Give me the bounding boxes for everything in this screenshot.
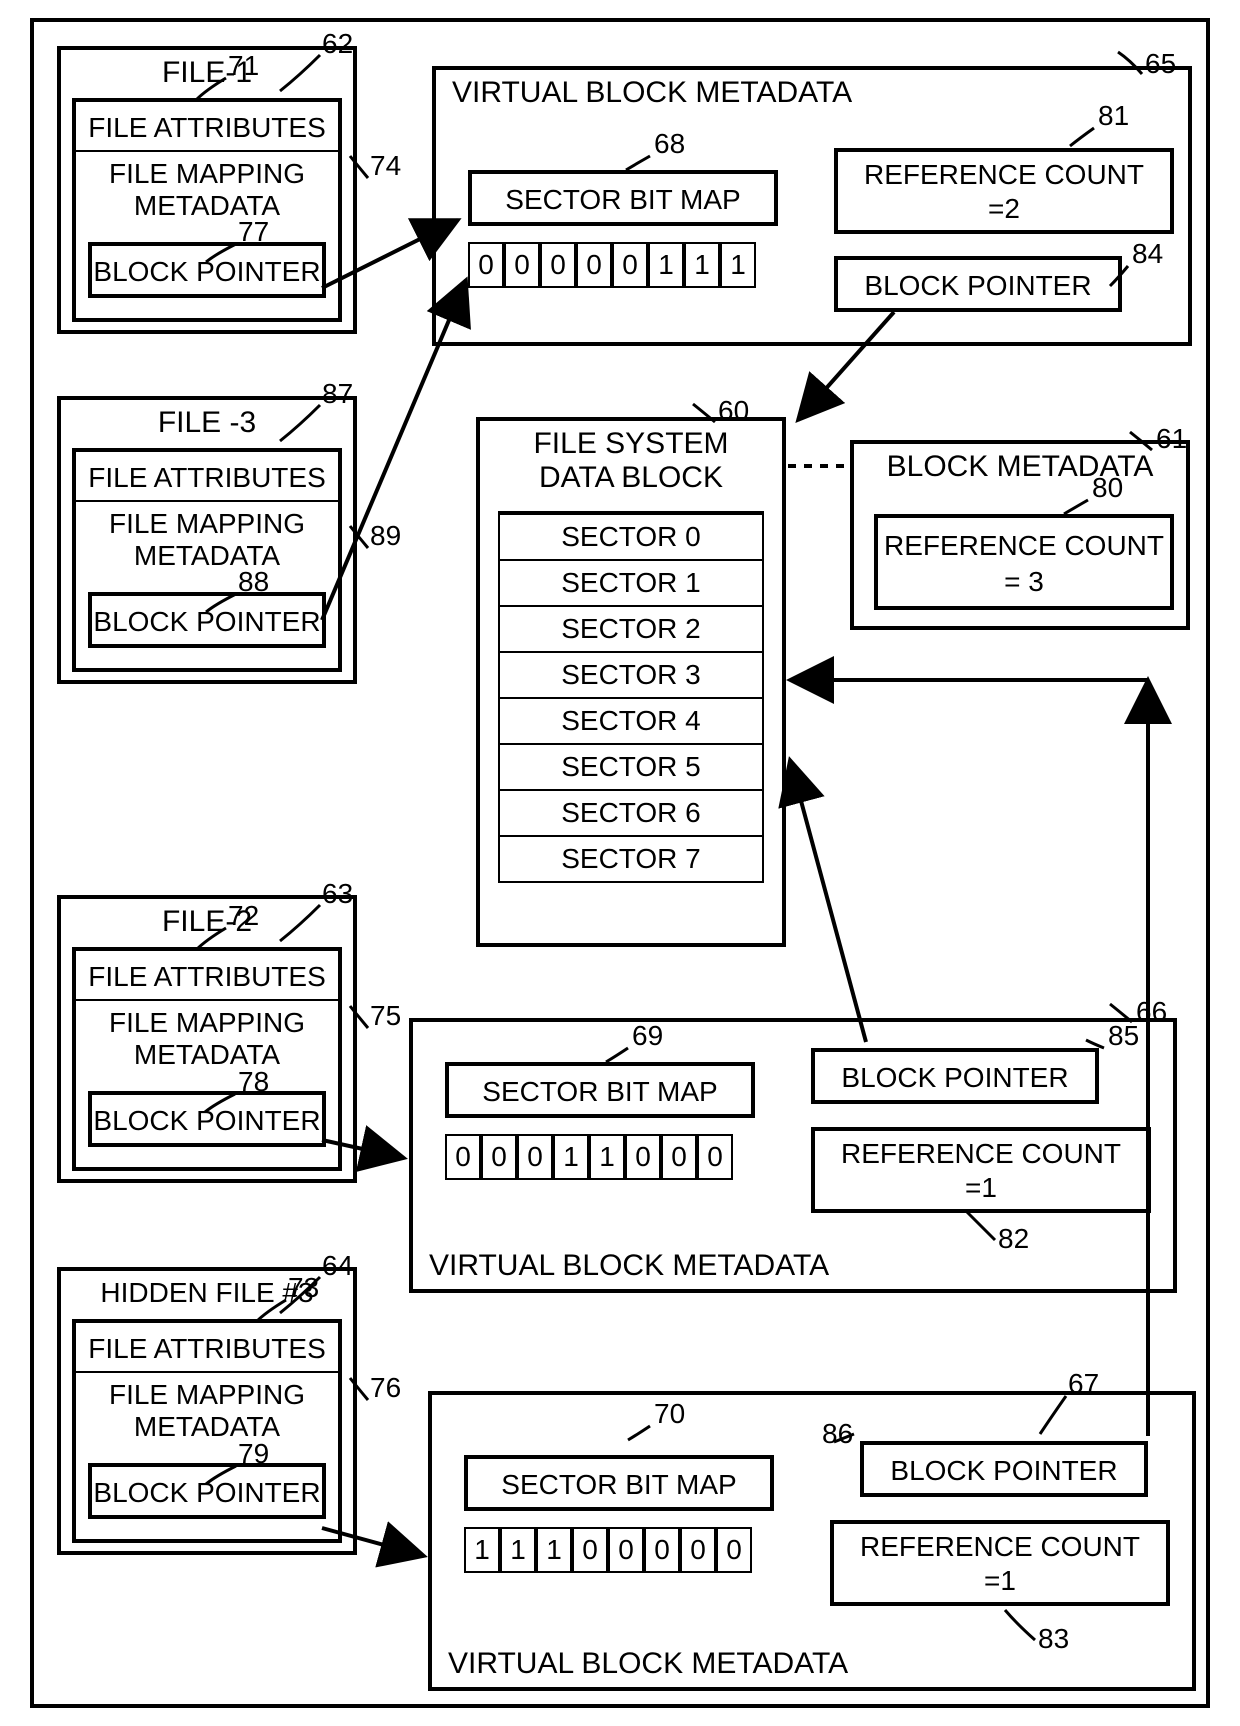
ref-69: 69: [632, 1020, 663, 1052]
vbm3-bitmap: 1 1 1 0 0 0 0 0: [464, 1527, 752, 1573]
file-3-bp: BLOCK POINTER: [88, 592, 326, 648]
vbm3-title: VIRTUAL BLOCK METADATA: [448, 1647, 848, 1681]
file-hidden-map: FILE MAPPING METADATA BLOCK POINTER: [72, 1373, 342, 1543]
ref-86: 86: [822, 1418, 853, 1450]
ref-78: 78: [238, 1066, 269, 1098]
fsdb-title-2: DATA BLOCK: [539, 461, 723, 494]
sector-row: SECTOR 5: [498, 745, 764, 791]
file-3-attr: FILE ATTRIBUTES: [72, 448, 342, 504]
ref-73: 73: [288, 1272, 319, 1304]
ref-62: 62: [322, 28, 353, 60]
sector-row: SECTOR 3: [498, 653, 764, 699]
vbm1-rc: REFERENCE COUNT=2: [834, 148, 1174, 234]
file-1-map: FILE MAPPING METADATA BLOCK POINTER: [72, 152, 342, 322]
vbm2-box: SECTOR BIT MAP 0 0 0 1 1 0 0 0 BLOCK POI…: [409, 1018, 1177, 1293]
ref-89: 89: [370, 520, 401, 552]
vbm3-box: SECTOR BIT MAP 1 1 1 0 0 0 0 0 BLOCK POI…: [428, 1391, 1196, 1691]
ref-70: 70: [654, 1398, 685, 1430]
vbm3-sbm: SECTOR BIT MAP: [464, 1455, 774, 1511]
ref-74: 74: [370, 150, 401, 182]
file-2-bp: BLOCK POINTER: [88, 1091, 326, 1147]
bm-box: BLOCK METADATA REFERENCE COUNT= 3: [850, 440, 1190, 630]
ref-64: 64: [322, 1250, 353, 1282]
file-2-title: FILE-2: [61, 905, 353, 939]
vbm1-title: VIRTUAL BLOCK METADATA: [452, 76, 1188, 110]
vbm2-title: VIRTUAL BLOCK METADATA: [429, 1249, 829, 1283]
sector-row: SECTOR 7: [498, 837, 764, 883]
vbm3-bp: BLOCK POINTER: [860, 1441, 1148, 1497]
vbm1-box: VIRTUAL BLOCK METADATA SECTOR BIT MAP 0 …: [432, 66, 1192, 346]
ref-87: 87: [322, 378, 353, 410]
ref-68: 68: [654, 128, 685, 160]
ref-66: 66: [1136, 996, 1167, 1028]
ref-65: 65: [1145, 48, 1176, 80]
file-3-box: FILE -3 FILE ATTRIBUTES FILE MAPPING MET…: [57, 396, 357, 684]
file-3-map: FILE MAPPING METADATA BLOCK POINTER: [72, 502, 342, 672]
file-3-title: FILE -3: [61, 406, 353, 440]
file-1-bp: BLOCK POINTER: [88, 242, 326, 298]
file-1-attr: FILE ATTRIBUTES: [72, 98, 342, 154]
vbm3-rc: REFERENCE COUNT=1: [830, 1520, 1170, 1606]
sector-row: SECTOR 0: [498, 511, 764, 561]
file-2-attr: FILE ATTRIBUTES: [72, 947, 342, 1003]
vbm1-sbm: SECTOR BIT MAP: [468, 170, 778, 226]
file-1-title: FILE-1: [61, 56, 353, 90]
file-2-map: FILE MAPPING METADATA BLOCK POINTER: [72, 1001, 342, 1171]
ref-84: 84: [1132, 238, 1163, 270]
ref-72: 72: [228, 900, 259, 932]
ref-61: 61: [1156, 423, 1187, 455]
ref-83: 83: [1038, 1623, 1069, 1655]
vbm2-sbm: SECTOR BIT MAP: [445, 1062, 755, 1118]
file-2-box: FILE-2 FILE ATTRIBUTES FILE MAPPING META…: [57, 895, 357, 1183]
file-hidden-box: HIDDEN FILE #3 FILE ATTRIBUTES FILE MAPP…: [57, 1267, 357, 1555]
file-hidden-attr: FILE ATTRIBUTES: [72, 1319, 342, 1375]
sector-row: SECTOR 4: [498, 699, 764, 745]
ref-71: 71: [228, 50, 259, 82]
vbm2-rc: REFERENCE COUNT=1: [811, 1127, 1151, 1213]
ref-60: 60: [718, 395, 749, 427]
file-1-box: FILE-1 FILE ATTRIBUTES FILE MAPPING META…: [57, 46, 357, 334]
ref-85: 85: [1108, 1020, 1139, 1052]
vbm2-bitmap: 0 0 0 1 1 0 0 0: [445, 1134, 733, 1180]
ref-79: 79: [238, 1438, 269, 1470]
ref-80: 80: [1092, 472, 1123, 504]
ref-75: 75: [370, 1000, 401, 1032]
ref-88: 88: [238, 566, 269, 598]
ref-77: 77: [238, 216, 269, 248]
bm-title: BLOCK METADATA: [854, 450, 1186, 484]
vbm2-bp: BLOCK POINTER: [811, 1048, 1099, 1104]
ref-67: 67: [1068, 1368, 1099, 1400]
vbm1-bp: BLOCK POINTER: [834, 256, 1122, 312]
vbm1-bitmap: 0 0 0 0 0 1 1 1: [468, 242, 756, 288]
ref-63: 63: [322, 878, 353, 910]
ref-76: 76: [370, 1372, 401, 1404]
ref-82: 82: [998, 1223, 1029, 1255]
sector-row: SECTOR 2: [498, 607, 764, 653]
sector-row: SECTOR 6: [498, 791, 764, 837]
bm-rc: REFERENCE COUNT= 3: [874, 514, 1174, 610]
fsdb-title-1: FILE SYSTEM: [533, 427, 728, 460]
sector-row: SECTOR 1: [498, 561, 764, 607]
fsdb-box: FILE SYSTEM DATA BLOCK SECTOR 0 SECTOR 1…: [476, 417, 786, 947]
ref-81: 81: [1098, 100, 1129, 132]
file-hidden-bp: BLOCK POINTER: [88, 1463, 326, 1519]
